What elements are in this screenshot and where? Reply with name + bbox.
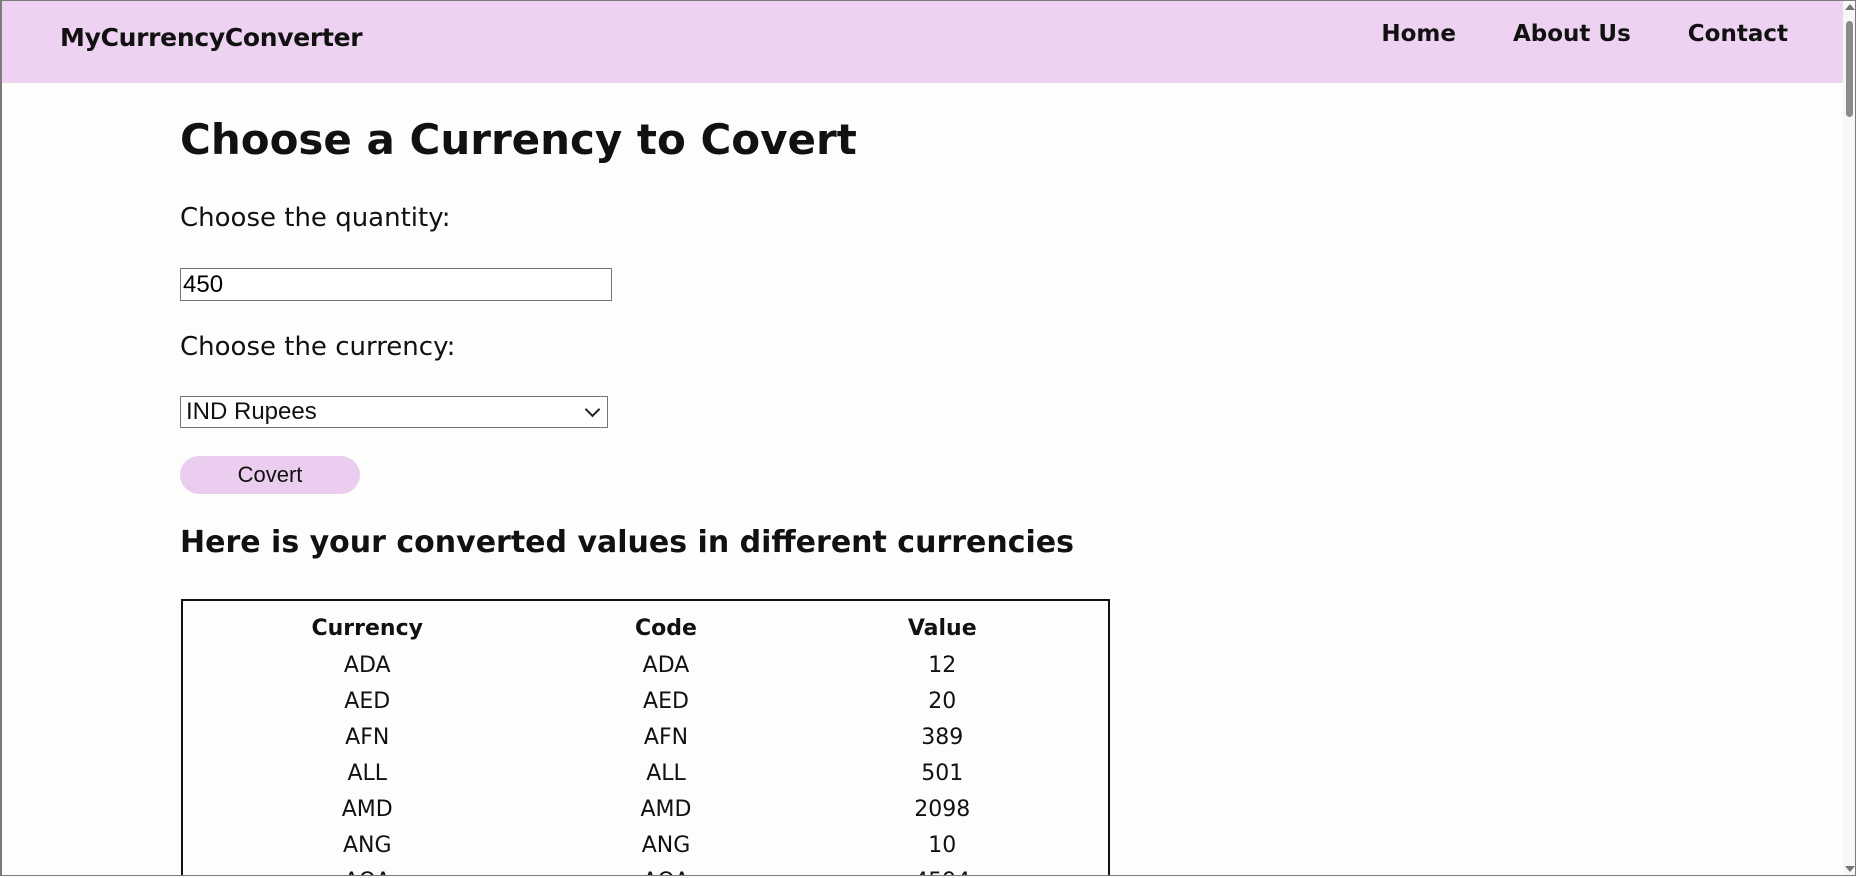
cell-code: AFN [643,724,689,750]
column-header-currency: Currency [311,615,423,641]
convert-button[interactable]: Covert [180,456,360,494]
nav-contact-link[interactable]: Contact [1688,21,1788,47]
currency-label: Choose the currency: [180,332,456,362]
cell-value: 501 [921,760,964,786]
chevron-down-icon [584,401,601,417]
cell-currency: AOA [183,863,551,876]
column-header-code: Code [635,615,697,641]
results-table-container: Currency Code Value ADA ADA 12 AED AED 2… [181,599,1110,876]
scroll-thumb[interactable] [1846,21,1853,117]
nav-links: Home About Us Contact [1381,21,1788,47]
table-row: ANG ANG 10 [183,827,1108,863]
cell-code: AOA [551,863,780,876]
cell-currency: ADA [343,652,391,678]
cell-code: ADA [642,652,690,678]
results-table: Currency Code Value ADA ADA 12 AED AED 2… [183,609,1108,876]
cell-currency: ALL [347,760,388,786]
currency-selected-value: IND Rupees [186,398,317,425]
table-header-row: Currency Code Value [183,609,1108,647]
column-header-value: Value [907,615,977,641]
cell-currency: AMD [341,796,393,822]
nav-about-link[interactable]: About Us [1513,21,1631,47]
table-row: AFN AFN 389 [183,719,1108,755]
cell-code: ALL [646,760,686,786]
cell-value: 389 [921,724,964,750]
nav-home-link[interactable]: Home [1381,21,1456,47]
cell-currency: AFN [345,724,390,750]
cell-code: AMD [640,796,692,822]
cell-currency: AED [344,688,391,714]
cell-code: ANG [641,832,691,858]
quantity-input[interactable] [180,268,612,301]
brand-logo[interactable]: MyCurrencyConverter [60,23,363,52]
currency-select[interactable]: IND Rupees [180,396,608,428]
scroll-down-arrow-icon[interactable] [1845,866,1855,872]
table-row: AMD AMD 2098 [183,791,1108,827]
results-title: Here is your converted values in differe… [180,525,1075,560]
cell-value: 20 [928,688,957,714]
quantity-label: Choose the quantity: [180,203,451,233]
cell-value: 4594 [780,863,1108,876]
page-title: Choose a Currency to Covert [180,115,857,164]
cell-value: 12 [928,652,957,678]
table-row: ALL ALL 501 [183,755,1108,791]
table-row: AOA AOA 4594 [183,863,1108,876]
table-row: AED AED 20 [183,683,1108,719]
top-navbar: MyCurrencyConverter Home About Us Contac… [2,1,1846,83]
cell-currency: ANG [342,832,392,858]
cell-value: 10 [928,832,957,858]
cell-code: AED [643,688,689,714]
vertical-scrollbar[interactable] [1843,1,1855,875]
browser-viewport: MyCurrencyConverter Home About Us Contac… [0,0,1856,876]
table-row: ADA ADA 12 [183,647,1108,683]
scroll-up-arrow-icon[interactable] [1845,4,1855,10]
cell-value: 2098 [914,796,971,822]
